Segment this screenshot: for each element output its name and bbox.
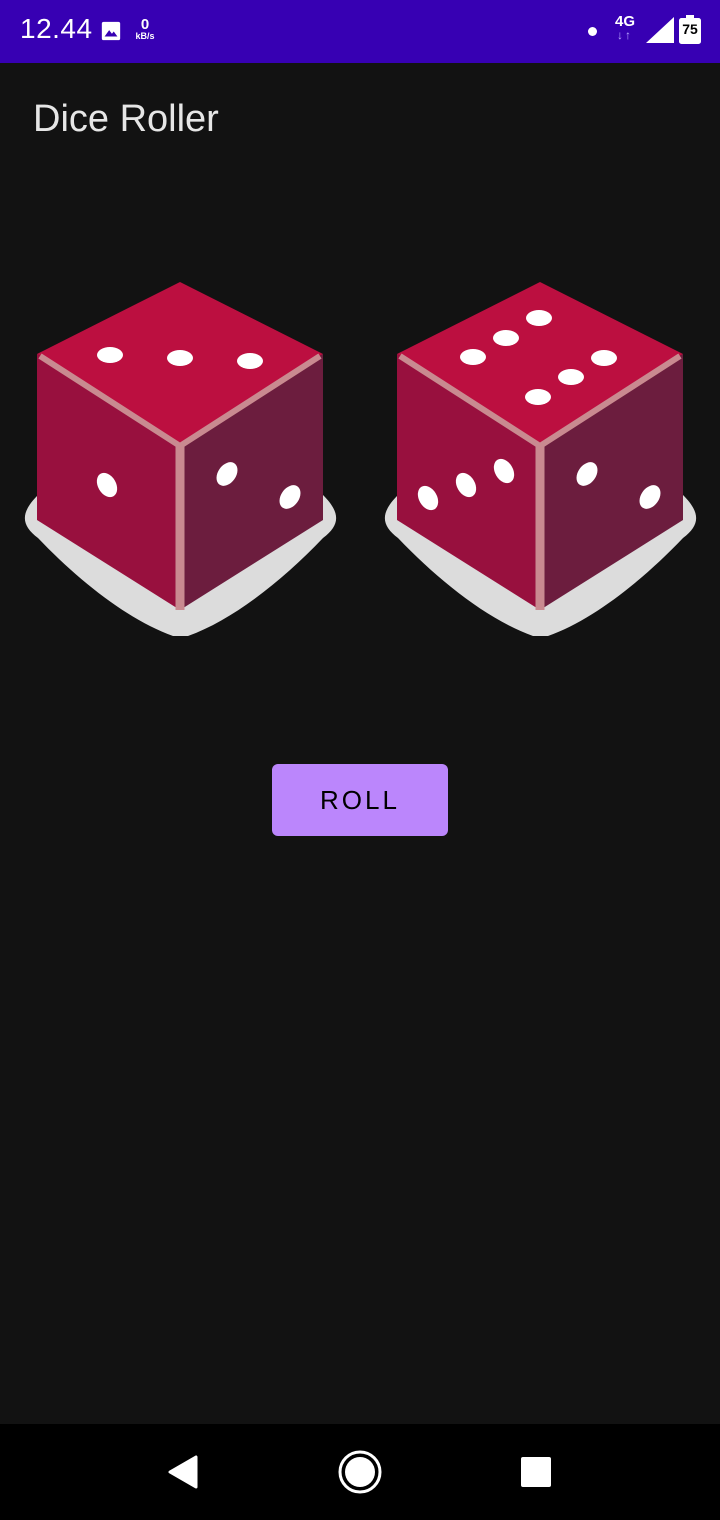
network-type-label: 4G [614,13,635,30]
net-speed-indicator: 0 kB/s [130,17,160,41]
status-time: 12.44 [20,13,93,44]
roll-button[interactable]: ROLL [272,764,448,836]
battery-level: 75 [682,21,698,37]
navigation-bar [0,1424,720,1520]
net-speed-value: 0 [140,16,150,33]
back-icon[interactable] [158,1448,206,1496]
page-title: Dice Roller [33,98,219,140]
signal-icon [646,17,674,43]
notification-dot [588,27,597,36]
net-speed-unit: kB/s [135,31,155,41]
screen: 12.44 0 kB/s 4G ↓↑ 75 Dice Roller ROLL [0,0,720,1520]
data-activity-arrows-icon: ↓↑ [617,28,633,42]
network-type-indicator: 4G ↓↑ [610,14,640,41]
gallery-icon [101,21,121,41]
left-die-image [24,282,337,636]
right-die-image [384,282,697,636]
status-bar: 12.44 0 kB/s 4G ↓↑ 75 [0,0,720,63]
recents-icon[interactable] [512,1448,560,1496]
home-icon[interactable] [336,1448,384,1496]
